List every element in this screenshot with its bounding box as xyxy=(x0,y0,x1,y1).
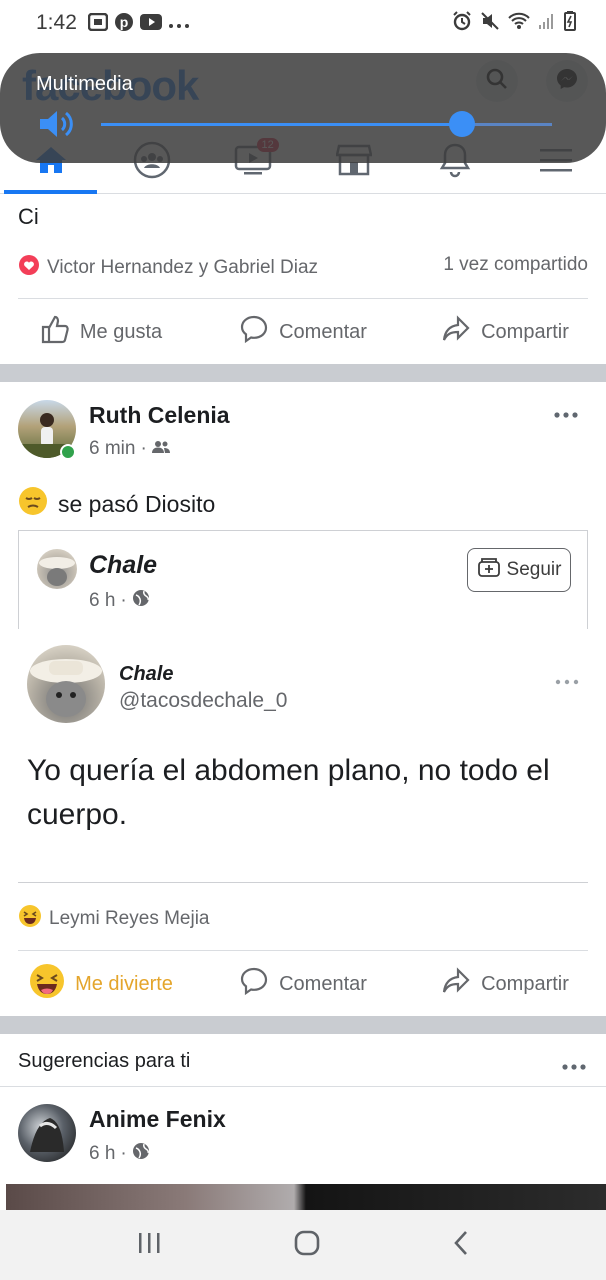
back-button[interactable] xyxy=(453,1230,469,1261)
post-author-name[interactable]: Ruth Celenia xyxy=(89,402,230,429)
reaction-button[interactable]: Me divierte xyxy=(0,963,202,1005)
love-reaction-icon xyxy=(18,254,40,282)
shared-post-card[interactable]: Chale 6 h · Seguir Chale @tacosdechale_0 xyxy=(1,530,606,883)
friends-icon xyxy=(151,438,170,460)
pinterest-icon: p xyxy=(114,12,134,37)
signal-icon xyxy=(538,12,556,35)
shared-post-time[interactable]: 6 h xyxy=(89,590,115,612)
shared-page-avatar[interactable] xyxy=(37,549,77,589)
post-time[interactable]: 6 min xyxy=(89,438,135,460)
feed-post: Ruth Celenia 6 min · se pasó Diosito Cha… xyxy=(0,382,606,1016)
youtube-icon xyxy=(140,14,162,35)
share-label: Compartir xyxy=(481,972,569,995)
tweet-author-name: Chale xyxy=(119,663,174,685)
more-icon xyxy=(562,1064,586,1070)
feed-separator xyxy=(0,364,606,382)
divider xyxy=(0,1086,606,1087)
comment-icon xyxy=(239,314,269,350)
home-nav-button[interactable] xyxy=(294,1230,320,1261)
follow-page-icon xyxy=(477,556,501,584)
volume-slider[interactable] xyxy=(101,111,552,137)
comment-button[interactable]: Comentar xyxy=(202,966,404,1002)
tweet-text: Yo quería el abdomen plano, no todo el c… xyxy=(27,754,550,831)
online-status-dot xyxy=(60,444,76,460)
share-icon xyxy=(441,966,471,1002)
shares-count[interactable]: 1 vez compartido xyxy=(443,254,588,276)
comment-button[interactable]: Comentar xyxy=(202,314,404,350)
suggestions-section: Sugerencias para ti Anime Fenix 6 h · xyxy=(0,1034,606,1210)
card-bottom-border xyxy=(18,882,588,883)
tweet-avatar xyxy=(27,645,105,723)
laughing-emoji-icon xyxy=(29,963,65,1005)
alarm-icon xyxy=(452,11,472,36)
post-text: Ci xyxy=(18,204,39,229)
android-navigation-bar xyxy=(0,1210,606,1280)
separator-dot: · xyxy=(120,1143,127,1164)
suggested-page-name[interactable]: Anime Fenix xyxy=(89,1106,226,1133)
mute-icon xyxy=(480,11,500,36)
more-icon xyxy=(554,412,578,418)
share-button[interactable]: Compartir xyxy=(404,314,606,350)
separator-dot: · xyxy=(120,590,127,611)
share-label: Compartir xyxy=(481,320,569,343)
recent-apps-icon xyxy=(138,1232,160,1253)
comment-label: Comentar xyxy=(279,320,367,343)
volume-slider-fill xyxy=(101,123,462,126)
battery-icon xyxy=(564,11,576,36)
tweet-screenshot: Chale @tacosdechale_0 Yo quería el abdom… xyxy=(1,629,606,883)
haha-reaction-icon xyxy=(18,904,42,934)
volume-slider-thumb[interactable] xyxy=(448,111,475,137)
suggested-post-time[interactable]: 6 h xyxy=(89,1143,115,1165)
suggested-post-image[interactable] xyxy=(6,1184,606,1210)
suggested-page-avatar[interactable] xyxy=(18,1104,76,1162)
home-circle-icon xyxy=(294,1230,320,1255)
volume-label: Multimedia xyxy=(36,73,133,95)
svg-text:p: p xyxy=(120,14,129,30)
volume-panel: Multimedia xyxy=(0,53,606,163)
wifi-icon xyxy=(508,12,530,35)
post-body: se pasó Diosito xyxy=(58,490,216,517)
thumbs-up-icon xyxy=(40,314,70,350)
suggestions-title: Sugerencias para ti xyxy=(18,1050,191,1072)
follow-button[interactable]: Seguir xyxy=(467,548,571,592)
tweet-handle: @tacosdechale_0 xyxy=(119,689,288,712)
share-icon xyxy=(441,314,471,350)
tweet-more-icon xyxy=(555,661,579,692)
shared-page-name[interactable]: Chale xyxy=(89,551,157,580)
like-label: Me gusta xyxy=(79,320,163,343)
reactors-text[interactable]: Victor Hernandez y Gabriel Diaz xyxy=(47,257,318,279)
back-chevron-icon xyxy=(454,1230,468,1255)
reaction-label: Me divierte xyxy=(75,972,173,995)
previous-post: Ci Victor Hernandez y Gabriel Diaz 1 vez… xyxy=(0,194,606,366)
globe-icon xyxy=(132,1142,150,1166)
globe-icon xyxy=(132,589,150,613)
pensive-emoji-icon xyxy=(18,486,48,522)
suggestions-options-button[interactable] xyxy=(562,1046,586,1077)
status-time: 1:42 xyxy=(36,11,77,34)
feed-separator xyxy=(0,1016,606,1034)
status-bar: 1:42 p xyxy=(0,0,606,46)
follow-label: Seguir xyxy=(506,559,562,580)
like-button[interactable]: Me gusta xyxy=(0,314,202,350)
reactors-text[interactable]: Leymi Reyes Mejia xyxy=(49,908,210,930)
separator-dot: · xyxy=(140,438,147,459)
more-icon xyxy=(168,16,190,34)
divider xyxy=(18,298,588,299)
speaker-icon[interactable] xyxy=(38,109,76,144)
gallery-icon xyxy=(87,12,109,36)
share-button[interactable]: Compartir xyxy=(404,966,606,1002)
comment-label: Comentar xyxy=(279,972,367,995)
recent-apps-button[interactable] xyxy=(137,1232,161,1259)
comment-icon xyxy=(239,966,269,1002)
post-options-button[interactable] xyxy=(554,394,578,425)
divider xyxy=(18,950,588,951)
